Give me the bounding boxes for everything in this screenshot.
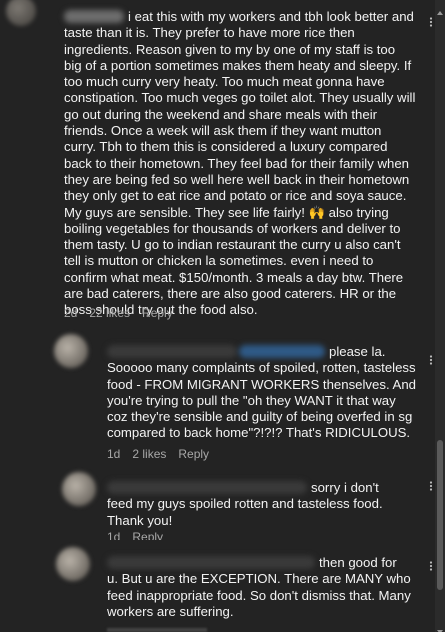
like-count[interactable]: 2 likes (132, 447, 166, 461)
scrollbar-thumb[interactable] (437, 440, 443, 590)
like-count[interactable]: 22 likes (89, 306, 130, 320)
comment-body-start: please la. (329, 344, 386, 359)
comment-body: feed my guys spoiled rotten and tasteles… (107, 496, 383, 528)
scrollbar[interactable] (435, 0, 445, 632)
comment-body-start: then good for (319, 555, 397, 570)
blurred-username[interactable] (107, 556, 315, 569)
avatar[interactable] (56, 547, 90, 581)
comment-3: sorry i don't feed my guys spoiled rotte… (0, 462, 445, 542)
comment-meta: 1d Reply (107, 530, 175, 540)
comment-time: 1d (107, 530, 121, 540)
blurred-username[interactable] (64, 10, 124, 23)
comment-4: then good for u. But u are the EXCEPTION… (0, 542, 445, 632)
blurred-tagged-user[interactable] (239, 345, 325, 358)
avatar[interactable] (62, 472, 96, 506)
comment-text: sorry i don't feed my guys spoiled rotte… (107, 480, 419, 529)
comment-2: please la. Sooooo many complaints of spo… (0, 332, 445, 462)
comment-text: please la. Sooooo many complaints of spo… (107, 344, 419, 442)
blurred-username[interactable] (107, 481, 307, 494)
avatar[interactable] (54, 334, 88, 368)
reply-button[interactable]: Reply (142, 306, 173, 320)
comment-meta: 1d 2 likes Reply (107, 447, 221, 461)
comment-body: Sooooo many complaints of spoiled, rotte… (107, 360, 417, 441)
avatar[interactable] (6, 0, 36, 26)
scroll-down-arrow-icon[interactable] (437, 622, 443, 632)
reply-button[interactable]: Reply (132, 530, 163, 540)
comment-text: then good for u. But u are the EXCEPTION… (107, 555, 419, 620)
comment-1: i eat this with my workers and tbh look … (0, 0, 445, 322)
comment-time: 1d (107, 447, 121, 461)
blurred-username[interactable] (107, 345, 237, 358)
comment-meta-cropped (107, 628, 207, 632)
comment-body: i eat this with my workers and tbh look … (64, 9, 416, 318)
comment-time: 2d (64, 306, 78, 320)
comment-body: u. But u are the EXCEPTION. There are MA… (107, 571, 411, 619)
comment-meta: 2d 22 likes Reply (64, 306, 185, 320)
reply-button[interactable]: Reply (178, 447, 209, 461)
comment-body-start: sorry i don't (311, 480, 379, 495)
scroll-up-arrow-icon[interactable] (437, 3, 443, 15)
comment-text: i eat this with my workers and tbh look … (64, 9, 416, 319)
